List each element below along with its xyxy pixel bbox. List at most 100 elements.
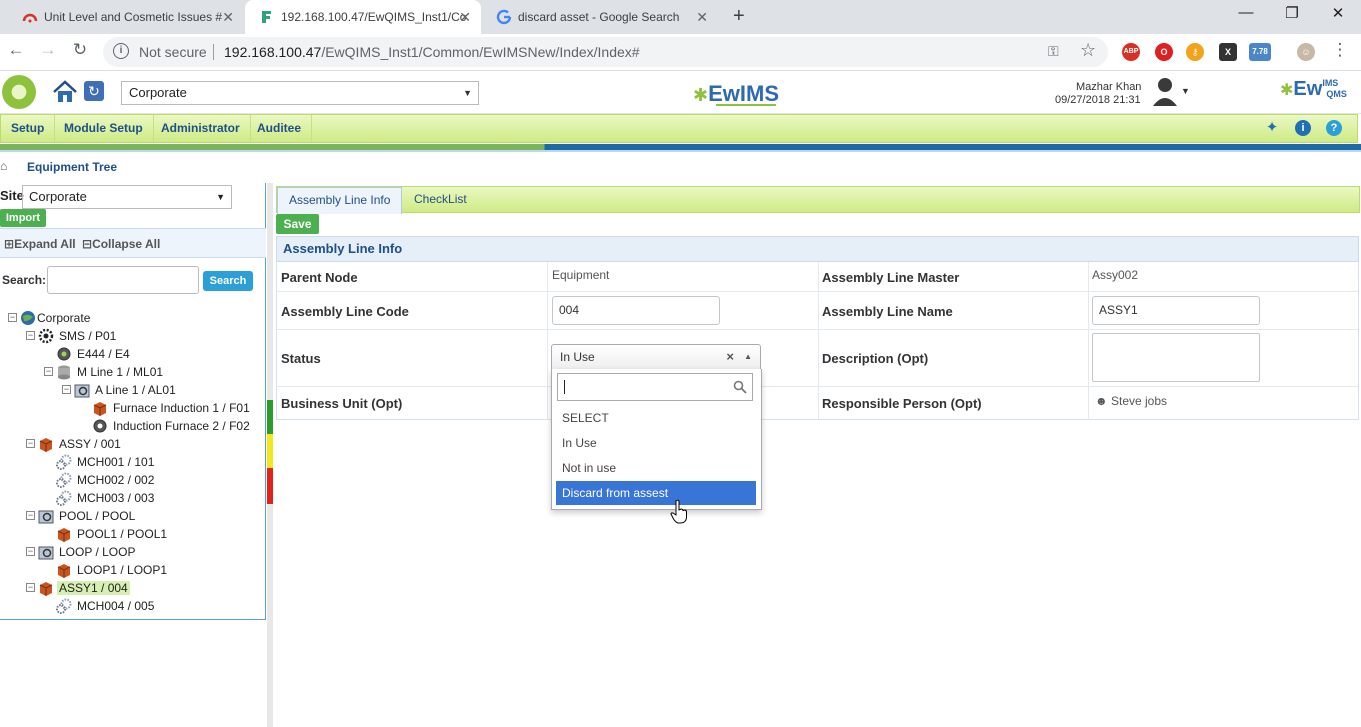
key-extension-icon[interactable]: ⚷	[1186, 43, 1204, 61]
brand-underline	[716, 104, 776, 106]
tree-node-mline1[interactable]: − M Line 1 / ML01	[44, 363, 163, 381]
collapse-toggle-icon[interactable]: −	[26, 511, 35, 520]
browser-toolbar: ← → ↻ i Not secure 192.168.100.47/EwQIMS…	[0, 34, 1361, 71]
collapse-toggle-icon[interactable]: −	[26, 583, 35, 592]
back-icon[interactable]: ←	[4, 40, 28, 60]
clear-icon[interactable]: ×	[726, 345, 734, 369]
tree-node-mch001[interactable]: MCH001 / 101	[56, 453, 154, 471]
text-caret	[564, 380, 565, 394]
pin-icon[interactable]: ✦	[1264, 120, 1280, 136]
tab-checklist[interactable]: CheckList	[403, 187, 478, 214]
tree-node-e444[interactable]: E444 / E4	[56, 345, 130, 363]
search-icon	[733, 380, 747, 394]
close-window-icon[interactable]: ✕	[1315, 4, 1361, 22]
status-search-input[interactable]	[557, 373, 753, 401]
collapse-toggle-icon[interactable]: −	[26, 331, 35, 340]
new-tab-icon[interactable]: +	[733, 5, 745, 28]
status-option-discard[interactable]: Discard from assest	[556, 481, 756, 505]
status-option-not-in-use[interactable]: Not in use	[556, 456, 756, 480]
forward-icon[interactable]: →	[36, 40, 60, 60]
menu-administrator[interactable]: Administrator	[151, 115, 251, 142]
collapse-toggle-icon[interactable]: −	[26, 439, 35, 448]
tree-node-mch002[interactable]: MCH002 / 002	[56, 471, 154, 489]
tree-node-loop[interactable]: − LOOP / LOOP	[26, 543, 135, 561]
tree-node-assy1[interactable]: − ASSY1 / 004	[26, 579, 130, 597]
home-icon[interactable]	[52, 80, 78, 104]
address-bar[interactable]: i Not secure 192.168.100.47/EwQIMS_Inst1…	[103, 37, 1108, 67]
close-tab-icon[interactable]: ✕	[696, 0, 708, 34]
leaf-icon: ✱	[693, 85, 709, 105]
tree-node-pool1[interactable]: POOL1 / POOL1	[56, 525, 167, 543]
user-avatar-icon[interactable]	[1152, 76, 1178, 106]
assembly-line-code-input[interactable]: 004	[552, 296, 720, 325]
profile-avatar-icon[interactable]: ☺	[1297, 43, 1315, 61]
collapse-all-link[interactable]: ⊟Collapse All	[82, 237, 160, 251]
machine-icon	[38, 546, 54, 560]
user-datetime: 09/27/2018 21:31	[1055, 94, 1141, 106]
menu-setup[interactable]: Setup	[1, 115, 56, 142]
tree-node-sms[interactable]: − SMS / P01	[26, 327, 116, 345]
x-extension-icon[interactable]: X	[1219, 43, 1237, 61]
reload-icon[interactable]: ↻	[68, 40, 92, 60]
status-option-select[interactable]: SELECT	[556, 406, 756, 430]
tree-node-corporate[interactable]: − Corporate	[8, 309, 90, 327]
site-label: Site	[0, 188, 24, 203]
tree-node-mch004[interactable]: MCH004 / 005	[56, 597, 154, 615]
tree-node-aline1[interactable]: − A Line 1 / AL01	[62, 381, 176, 399]
tab-favicon-icon	[22, 13, 38, 23]
assembly-line-name-input[interactable]: ASSY1	[1092, 296, 1260, 325]
adblock-icon[interactable]: ABP	[1122, 43, 1140, 61]
expand-all-link[interactable]: ⊞Expand All	[4, 237, 76, 251]
tree-node-assy[interactable]: − ASSY / 001	[26, 435, 121, 453]
box-icon	[93, 402, 107, 416]
tree-node-loop1[interactable]: LOOP1 / LOOP1	[56, 561, 167, 579]
info-icon[interactable]: i	[113, 43, 129, 59]
close-tab-icon[interactable]: ✕	[222, 0, 234, 34]
form-row	[277, 262, 1358, 292]
tree-node-furnace1[interactable]: Furnace Induction 1 / F01	[92, 399, 250, 417]
gear-icon	[57, 347, 71, 361]
close-tab-icon[interactable]: ✕	[459, 0, 471, 34]
tree-search-button[interactable]: Search	[203, 271, 253, 291]
tree-node-pool[interactable]: − POOL / POOL	[26, 507, 135, 525]
save-button[interactable]: Save	[276, 214, 319, 234]
menu-kebab-icon[interactable]: ⋮	[1328, 40, 1352, 60]
status-select[interactable]: In Use × ▲	[551, 344, 761, 370]
collapse-toggle-icon[interactable]: −	[26, 547, 35, 556]
collapse-toggle-icon[interactable]: −	[62, 385, 71, 394]
description-textarea[interactable]	[1092, 333, 1260, 382]
url-text[interactable]: 192.168.100.47/EwQIMS_Inst1/Common/EwIMS…	[224, 44, 640, 60]
help-icon[interactable]: ?	[1326, 120, 1342, 136]
menu-auditee[interactable]: Auditee	[247, 115, 313, 142]
import-button[interactable]: Import	[0, 209, 46, 227]
minimize-icon[interactable]: —	[1223, 4, 1269, 21]
chevron-up-icon[interactable]: ▲	[744, 345, 752, 369]
tree-node-furnace2[interactable]: Induction Furnace 2 / F02	[92, 417, 250, 435]
browser-tab-google[interactable]: discard asset - Google Search ✕	[482, 0, 718, 34]
database-icon	[58, 365, 70, 380]
tree-search-input[interactable]	[47, 266, 199, 294]
left-site-select[interactable]: Corporate ▼	[22, 185, 232, 209]
restore-icon[interactable]: ❐	[1269, 4, 1315, 22]
tab-assembly-line-info[interactable]: Assembly Line Info	[277, 187, 403, 214]
tree-node-mch003[interactable]: MCH003 / 003	[56, 489, 154, 507]
breadcrumb: ⌂ Equipment Tree	[0, 155, 1361, 179]
responsible-person-label: Responsible Person (Opt)	[822, 396, 982, 411]
opera-icon[interactable]: O	[1155, 43, 1173, 61]
collapse-toggle-icon[interactable]: −	[8, 313, 17, 322]
collapse-toggle-icon[interactable]: −	[44, 367, 53, 376]
info-icon[interactable]: i	[1295, 120, 1311, 136]
home-icon[interactable]: ⌂	[0, 159, 7, 173]
status-label: Status	[281, 351, 321, 366]
browser-tab-unit-level[interactable]: Unit Level and Cosmetic Issues # ✕	[8, 0, 244, 34]
extension-badge[interactable]: 7.78	[1249, 43, 1271, 61]
key-icon[interactable]: ⚿	[1048, 43, 1059, 60]
bookmark-star-icon[interactable]: ☆	[1080, 40, 1096, 61]
refresh-icon[interactable]: ↻	[84, 81, 104, 101]
responsible-person-value[interactable]: ☻ Steve jobs	[1095, 394, 1167, 408]
menu-module-setup[interactable]: Module Setup	[54, 115, 154, 142]
chevron-down-icon[interactable]: ▼	[1181, 86, 1190, 96]
browser-tab-ewqims[interactable]: 192.168.100.47/EwQIMS_Inst1/Co ✕	[245, 0, 481, 34]
status-option-in-use[interactable]: In Use	[556, 431, 756, 455]
site-select[interactable]: Corporate ▼	[121, 81, 479, 105]
